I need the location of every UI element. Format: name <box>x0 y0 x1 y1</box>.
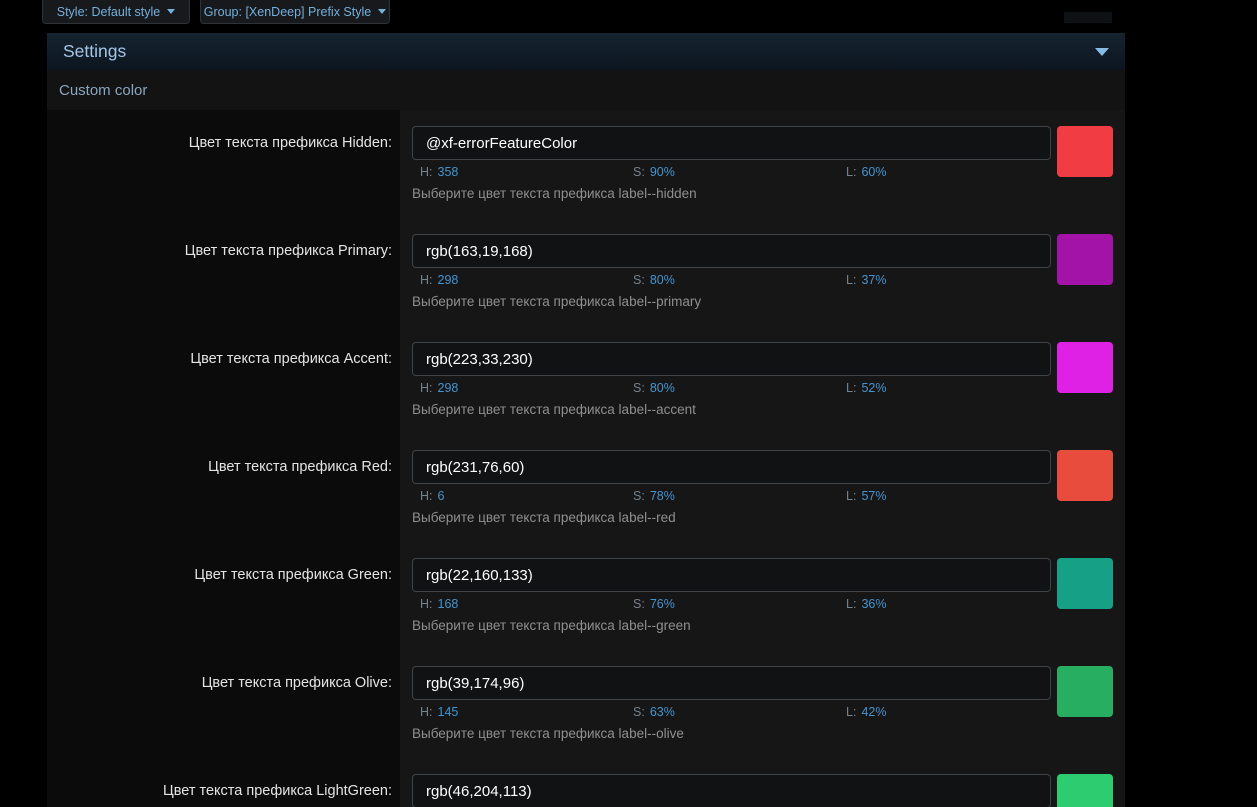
hue-readout: H: 358 <box>420 165 459 179</box>
collapse-chevron-down-icon[interactable] <box>1095 47 1109 56</box>
saturation-readout: S: 80% <box>633 273 675 287</box>
lightness-readout: L: 57% <box>846 489 887 503</box>
color-swatch[interactable] <box>1057 126 1113 177</box>
color-value-input[interactable] <box>412 126 1051 160</box>
color-value-input[interactable] <box>412 450 1051 484</box>
form-row: Цвет текста префикса Green: H: 168 S: 76… <box>47 542 1125 650</box>
hue-readout: H: 298 <box>420 381 459 395</box>
hue-readout: H: 298 <box>420 273 459 287</box>
color-value-input[interactable] <box>412 666 1051 700</box>
row-content: H: 298 S: 80% L: 52% Выберите цвет текст… <box>400 326 1125 434</box>
form-row: Цвет текста префикса Primary: H: 298 S: … <box>47 218 1125 326</box>
row-content: H: 298 S: 80% L: 37% Выберите цвет текст… <box>400 218 1125 326</box>
group-dropdown-label: Group: [XenDeep] Prefix Style <box>203 4 372 19</box>
hsl-line: H: 6 S: 78% L: 57% <box>412 489 1051 503</box>
page-title: Settings <box>63 41 127 61</box>
field-description: Выберите цвет текста префикса label--oli… <box>412 726 684 741</box>
color-value-input[interactable] <box>412 774 1051 807</box>
row-content: H: 145 S: 63% L: 42% Выберите цвет текст… <box>400 650 1125 758</box>
color-swatch[interactable] <box>1057 774 1113 807</box>
hue-readout: H: 6 <box>420 489 445 503</box>
row-content: H: 6 S: 78% L: 57% Выберите цвет текста … <box>400 434 1125 542</box>
hsl-line: H: 298 S: 80% L: 37% <box>412 273 1051 287</box>
saturation-readout: S: 80% <box>633 381 675 395</box>
row-label: Цвет текста префикса LightGreen: <box>47 758 400 807</box>
color-swatch[interactable] <box>1057 342 1113 393</box>
form-row: Цвет текста префикса Olive: H: 145 S: 63… <box>47 650 1125 758</box>
form-row: Цвет текста префикса Red: H: 6 S: 78% L:… <box>47 434 1125 542</box>
chevron-down-icon <box>378 9 387 14</box>
section-title: Custom color <box>59 81 148 99</box>
hue-readout: H: 145 <box>420 705 459 719</box>
color-swatch[interactable] <box>1057 234 1113 285</box>
saturation-readout: S: 90% <box>633 165 675 179</box>
form-row: Цвет текста префикса Hidden: H: 358 S: 9… <box>47 110 1125 218</box>
settings-panel: Settings Custom color Цвет текста префик… <box>47 33 1125 807</box>
settings-header[interactable]: Settings <box>47 33 1125 70</box>
form-area: Цвет текста префикса Hidden: H: 358 S: 9… <box>47 110 1125 807</box>
color-swatch[interactable] <box>1057 450 1113 501</box>
style-dropdown[interactable]: Style: Default style <box>42 0 190 24</box>
field-description: Выберите цвет текста префикса label--hid… <box>412 186 697 201</box>
saturation-readout: S: 63% <box>633 705 675 719</box>
color-value-input[interactable] <box>412 342 1051 376</box>
lightness-readout: L: 36% <box>846 597 887 611</box>
row-label: Цвет текста префикса Primary: <box>47 218 400 326</box>
field-description: Выберите цвет текста префикса label--red <box>412 510 676 525</box>
color-value-input[interactable] <box>412 234 1051 268</box>
lightness-readout: L: 37% <box>846 273 887 287</box>
chevron-down-icon <box>167 9 176 14</box>
hue-readout: H: 168 <box>420 597 459 611</box>
section-bar: Custom color <box>47 70 1125 110</box>
row-content: H: 358 S: 90% L: 60% Выберите цвет текст… <box>400 110 1125 218</box>
hsl-line: H: 298 S: 80% L: 52% <box>412 381 1051 395</box>
color-swatch[interactable] <box>1057 666 1113 717</box>
field-description: Выберите цвет текста префикса label--acc… <box>412 402 696 417</box>
lightness-readout: L: 42% <box>846 705 887 719</box>
color-value-input[interactable] <box>412 558 1051 592</box>
saturation-readout: S: 78% <box>633 489 675 503</box>
row-label: Цвет текста префикса Hidden: <box>47 110 400 218</box>
row-label: Цвет текста префикса Accent: <box>47 326 400 434</box>
field-description: Выберите цвет текста префикса label--pri… <box>412 294 702 309</box>
row-content: H: 168 S: 76% L: 36% Выберите цвет текст… <box>400 542 1125 650</box>
hsl-line: H: 168 S: 76% L: 36% <box>412 597 1051 611</box>
hsl-line: H: 145 S: 63% L: 42% <box>412 705 1051 719</box>
row-content <box>400 758 1125 807</box>
lightness-readout: L: 60% <box>846 165 887 179</box>
hsl-line: H: 358 S: 90% L: 60% <box>412 165 1051 179</box>
row-label: Цвет текста префикса Green: <box>47 542 400 650</box>
form-row: Цвет текста префикса LightGreen: <box>47 758 1125 807</box>
style-dropdown-label: Style: Default style <box>56 4 161 19</box>
form-row: Цвет текста префикса Accent: H: 298 S: 8… <box>47 326 1125 434</box>
lightness-readout: L: 52% <box>846 381 887 395</box>
group-dropdown[interactable]: Group: [XenDeep] Prefix Style <box>200 0 390 24</box>
partial-element <box>1064 12 1112 23</box>
row-label: Цвет текста префикса Olive: <box>47 650 400 758</box>
saturation-readout: S: 76% <box>633 597 675 611</box>
color-swatch[interactable] <box>1057 558 1113 609</box>
row-label: Цвет текста префикса Red: <box>47 434 400 542</box>
field-description: Выберите цвет текста префикса label--gre… <box>412 618 691 633</box>
